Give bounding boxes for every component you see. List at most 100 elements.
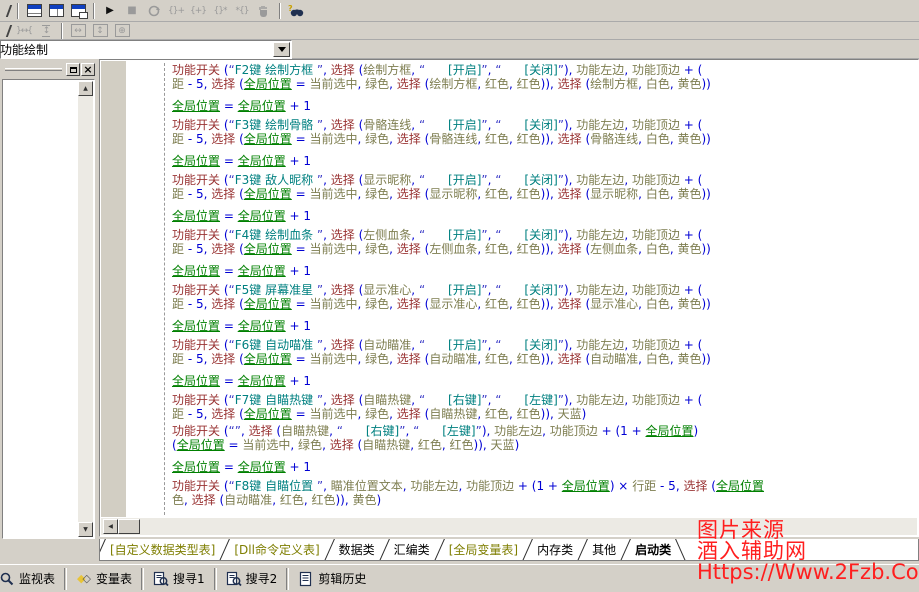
- code-line: 距 - 5, 选择 (全局位置 = 当前选中, 绿色, 选择 (左侧血条, 红色…: [172, 242, 918, 256]
- code-block: 全局位置 = 全局位置 + 1: [172, 460, 918, 474]
- code-line: 距 - 5, 选择 (全局位置 = 当前选中, 绿色, 选择 (自瞄热键, 红色…: [172, 407, 918, 421]
- clipped-edge-icon: [0, 25, 12, 37]
- code-line: 全局位置 = 全局位置 + 1: [172, 264, 918, 278]
- code-line: 色, 选择 (自动瞄准, 红色, 红色)), 黄色): [172, 493, 918, 507]
- toolbar-separator: [61, 23, 63, 39]
- code-block: 功能开关 (“F3键 敌人昵称 ”, 选择 (显示昵称, “ [开启]”, “ …: [172, 173, 918, 223]
- scroll-up-button[interactable]: ▲: [78, 81, 93, 96]
- run-icon[interactable]: ▶: [100, 2, 120, 19]
- variables-diamond-icon: ◆◇: [76, 571, 92, 587]
- code-block: 功能开关 (“F5键 屏幕准星 ”, 选择 (显示准心, “ [开启]”, “ …: [172, 283, 918, 333]
- code-block: 功能开关 (“F4键 绘制血条 ”, 选择 (左侧血条, “ [开启]”, “ …: [172, 228, 918, 278]
- bottom-button-label: 搜寻2: [246, 570, 278, 587]
- close-icon: ×: [83, 65, 92, 75]
- cascade-windows-icon[interactable]: [68, 2, 88, 19]
- tab-启动类[interactable]: 启动类: [626, 540, 680, 560]
- run-to-cursor-icon[interactable]: *{}: [232, 2, 252, 19]
- code-line: 距 - 5, 选择 (全局位置 = 当前选中, 绿色, 选择 (自动瞄准, 红色…: [172, 352, 918, 366]
- code-block: 功能开关 (“F3键 绘制骨骼 ”, 选择 (骨骼连线, “ [开启]”, “ …: [172, 118, 918, 168]
- editor-margin: [101, 61, 126, 517]
- bottom-button-搜寻2[interactable]: 搜寻2: [218, 567, 286, 591]
- dock-panel-content[interactable]: ▲ ▼: [2, 79, 95, 539]
- code-line: (全局位置 = 当前选中, 绿色, 选择 (自瞄热键, 红色, 红色)), 天蓝…: [172, 438, 918, 452]
- dock-vscrollbar[interactable]: ▲ ▼: [78, 81, 93, 537]
- code-block: 功能开关 (“F7键 自瞄热键 ”, 选择 (自瞄热键, “ [右键]”, “ …: [172, 393, 918, 421]
- indent-guide: [164, 63, 165, 515]
- tab-自定义数据类型表[interactable]: [自定义数据类型表]: [101, 540, 224, 560]
- dock-maximize-button[interactable]: [66, 63, 80, 76]
- maximize-icon: [70, 67, 77, 73]
- code-line: 功能开关 (“F7键 自瞄热键 ”, 选择 (自瞄热键, “ [右键]”, “ …: [172, 393, 918, 407]
- toolbar-separator: [93, 3, 95, 19]
- code-block: 功能开关 (“F8键 自瞄位置 ”, 瞄准位置文本, 功能左边, 功能顶边 + …: [172, 479, 918, 507]
- clipped-edge-icon: [0, 5, 12, 17]
- toolbar-separator: [279, 3, 281, 19]
- bottom-button-label: 监视表: [19, 570, 55, 587]
- section-combobox[interactable]: 功能绘制: [0, 40, 292, 59]
- same-width-icon[interactable]: ↔: [68, 22, 88, 39]
- toolbar-separator: [141, 568, 144, 590]
- find-icon[interactable]: ?: [286, 2, 306, 19]
- code-editor[interactable]: 功能开关 (“F2键 绘制方框 ”, 选择 (绘制方框, “ [开启]”, “ …: [99, 59, 919, 537]
- bottom-toolbar: 监视表 ◆◇变量表 搜寻1 搜寻2 剪辑历史: [0, 564, 919, 592]
- search-doc-icon: [153, 571, 169, 587]
- tile-windows-horizontal-icon[interactable]: [24, 2, 44, 19]
- bottom-button-变量表[interactable]: ◆◇变量表: [68, 567, 140, 591]
- refresh-icon[interactable]: [144, 2, 164, 19]
- toolbar-separator: [286, 568, 289, 590]
- code-line: 全局位置 = 全局位置 + 1: [172, 154, 918, 168]
- dock-close-button[interactable]: ×: [81, 63, 95, 76]
- same-size-icon[interactable]: ⊕: [112, 22, 132, 39]
- tab-Dll命令定义表[interactable]: [Dll命令定义表]: [225, 540, 328, 560]
- code-line: 功能开关 (“F4键 绘制血条 ”, 选择 (左侧血条, “ [开启]”, “ …: [172, 228, 918, 242]
- pause-hand-icon[interactable]: [254, 2, 274, 19]
- tab-汇编类[interactable]: 汇编类: [385, 540, 439, 560]
- bottom-button-label: 搜寻1: [173, 570, 205, 587]
- combobox-dropdown-button[interactable]: [273, 42, 290, 57]
- chevron-down-icon: [278, 47, 286, 52]
- code-line: 全局位置 = 全局位置 + 1: [172, 99, 918, 113]
- code-line: 功能开关 (“F6键 自动喵准 ”, 选择 (自动瞄准, “ [开启]”, “ …: [172, 338, 918, 352]
- code-lines: 功能开关 (“F2键 绘制方框 ”, 选择 (绘制方框, “ [开启]”, “ …: [172, 63, 918, 517]
- code-line: 距 - 5, 选择 (全局位置 = 当前选中, 绿色, 选择 (骨骼连线, 红色…: [172, 132, 918, 146]
- dock-panel-titlebar[interactable]: ×: [2, 62, 95, 77]
- step-out-icon[interactable]: {}*: [210, 2, 230, 19]
- code-line: 全局位置 = 全局位置 + 1: [172, 319, 918, 333]
- editor-hscrollbar[interactable]: ◀: [101, 518, 917, 535]
- bottom-button-搜寻1[interactable]: 搜寻1: [145, 567, 213, 591]
- toolbar-separator: [214, 568, 217, 590]
- code-line: 功能开关 (“F8键 自瞄位置 ”, 瞄准位置文本, 功能左边, 功能顶边 + …: [172, 479, 918, 493]
- code-line: 距 - 5, 选择 (全局位置 = 当前选中, 绿色, 选择 (显示昵称, 红色…: [172, 187, 918, 201]
- navigator-row: 功能绘制: [0, 40, 919, 59]
- tile-windows-vertical-icon[interactable]: [46, 2, 66, 19]
- equal-vspace-icon[interactable]: ↕: [36, 22, 56, 39]
- code-line: 功能开关 (“F3键 敌人昵称 ”, 选择 (显示昵称, “ [开启]”, “ …: [172, 173, 918, 187]
- code-line: 全局位置 = 全局位置 + 1: [172, 460, 918, 474]
- scroll-down-button[interactable]: ▼: [78, 522, 93, 537]
- code-line: 全局位置 = 全局位置 + 1: [172, 209, 918, 223]
- dock-grip[interactable]: [5, 68, 62, 71]
- code-block: 功能开关 (“”, 选择 (自瞄热键, “ [右键]”, “ [左键]”), 功…: [172, 424, 918, 452]
- equal-hspace-icon[interactable]: }↔{: [14, 22, 34, 39]
- scrollbar-thumb[interactable]: [118, 519, 140, 534]
- stop-icon[interactable]: ■: [122, 2, 142, 19]
- code-line: 距 - 5, 选择 (全局位置 = 当前选中, 绿色, 选择 (绘制方框, 红色…: [172, 77, 918, 91]
- clip-history-icon: [298, 571, 314, 587]
- step-over-icon[interactable]: {+}: [188, 2, 208, 19]
- bottom-button-label: 剪辑历史: [318, 570, 366, 587]
- code-line: 距 - 5, 选择 (全局位置 = 当前选中, 绿色, 选择 (显示准心, 红色…: [172, 297, 918, 311]
- step-into-icon[interactable]: {}+: [166, 2, 186, 19]
- tab-全局变量表[interactable]: [全局变量表]: [440, 540, 527, 560]
- main-toolbar: ▶■ {}+{+}{}**{}?: [0, 0, 919, 22]
- same-height-icon[interactable]: ↕: [90, 22, 110, 39]
- bottom-button-监视表[interactable]: 监视表: [0, 567, 63, 591]
- dock-panel: × ▲ ▼: [0, 60, 97, 539]
- scroll-left-button[interactable]: ◀: [103, 519, 118, 534]
- tab-数据类[interactable]: 数据类: [330, 540, 384, 560]
- align-toolbar: }↔{↕↔↕⊕: [0, 22, 919, 40]
- toolbar-separator: [64, 568, 67, 590]
- code-line: 功能开关 (“F2键 绘制方框 ”, 选择 (绘制方框, “ [开启]”, “ …: [172, 63, 918, 77]
- tab-其他[interactable]: 其他: [583, 540, 625, 560]
- bottom-button-剪辑历史[interactable]: 剪辑历史: [290, 567, 374, 591]
- tab-内存类[interactable]: 内存类: [528, 540, 582, 560]
